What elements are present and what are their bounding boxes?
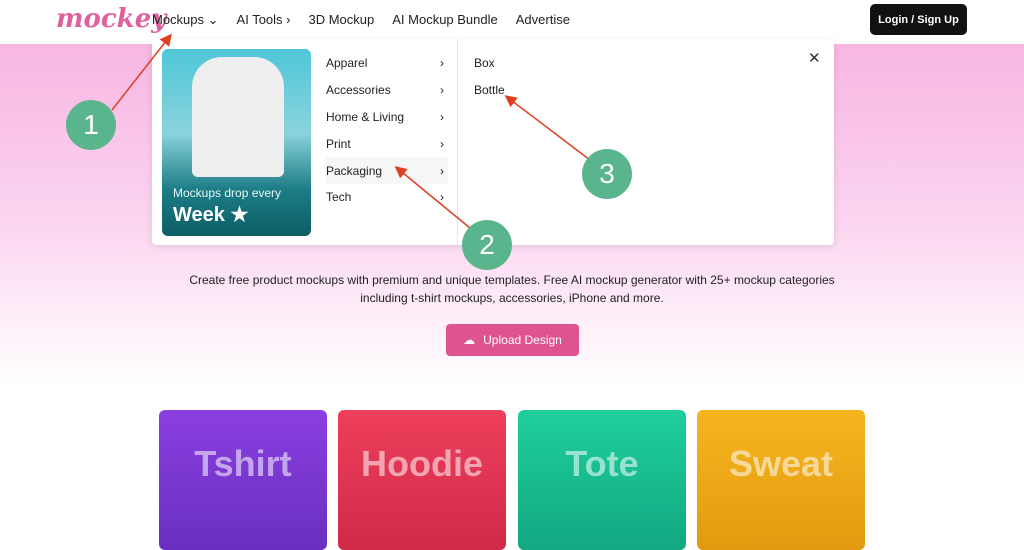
annotation-badge-1: 1 xyxy=(66,100,116,150)
annotation-badge-2: 2 xyxy=(462,220,512,270)
annotation-arrows xyxy=(111,33,591,229)
annotation-badge-3: 3 xyxy=(582,149,632,199)
